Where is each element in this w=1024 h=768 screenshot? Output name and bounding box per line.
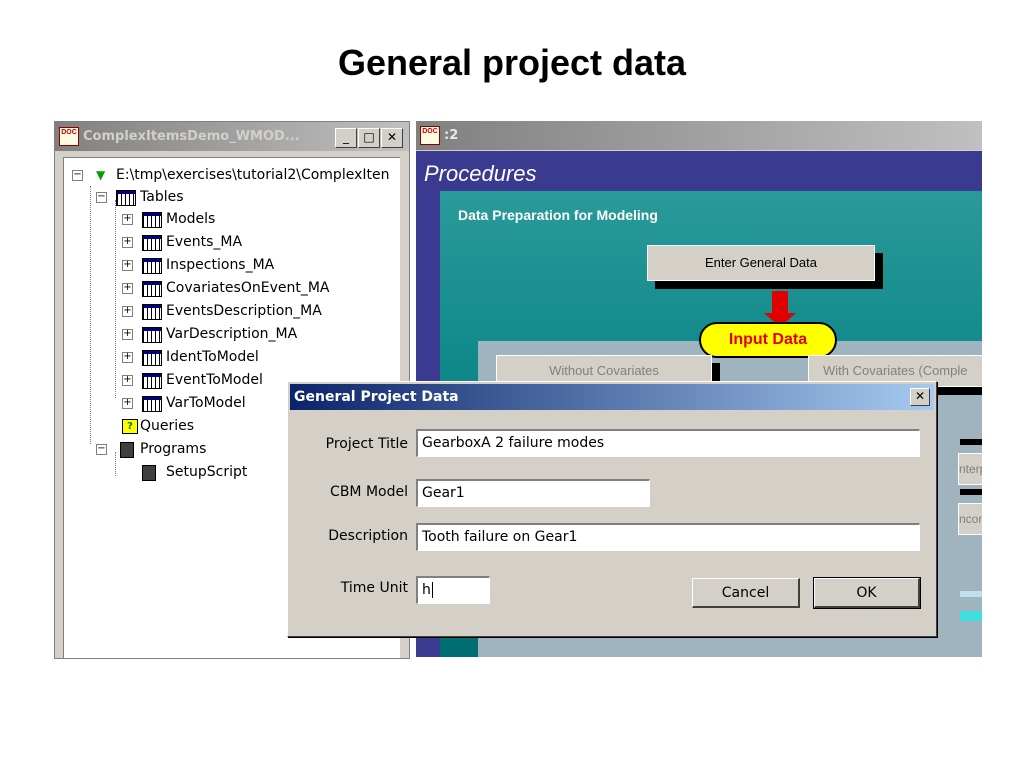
general-project-data-dialog: General Project Data ✕ Project Title Gea… — [287, 381, 937, 637]
cbm-model-label: CBM Model — [330, 484, 408, 500]
table-icon — [142, 327, 162, 343]
tree-item-label: VarDescription_MA — [166, 326, 298, 342]
expand-icon[interactable]: + — [122, 283, 133, 294]
collapse-icon[interactable]: − — [72, 170, 83, 181]
procedures-window-title: :2 — [444, 128, 459, 143]
input-data-badge: Input Data — [699, 322, 837, 358]
program-icon — [120, 442, 134, 458]
dialog-titlebar[interactable]: General Project Data ✕ — [290, 384, 934, 410]
doc-icon: DOC — [59, 127, 79, 146]
dialog-title: General Project Data — [294, 389, 459, 405]
table-icon — [142, 396, 162, 412]
tree-item-label: EventToModel — [166, 372, 263, 388]
page-title: General project data — [337, 42, 687, 83]
tree-item-label: Tables — [140, 189, 184, 205]
divider — [960, 489, 982, 495]
tree-item-label: VarToModel — [166, 395, 246, 411]
flow-arrow-icon — [772, 291, 788, 315]
expand-icon[interactable]: + — [122, 306, 133, 317]
tree-item-label: IdentToModel — [166, 349, 259, 365]
enter-general-data-button[interactable]: Enter General Data — [647, 245, 875, 281]
description-label: Description — [328, 528, 408, 544]
text-caret — [431, 582, 433, 598]
table-icon — [142, 235, 162, 251]
table-icon — [142, 350, 162, 366]
expand-icon[interactable]: + — [122, 375, 133, 386]
expand-icon[interactable]: + — [122, 398, 133, 409]
table-icon — [142, 373, 162, 389]
expand-icon[interactable]: + — [122, 260, 133, 271]
table-icon — [116, 190, 136, 206]
table-icon — [142, 304, 162, 320]
divider — [960, 439, 982, 445]
cbm-model-input[interactable]: Gear1 — [416, 479, 650, 507]
divider — [960, 611, 982, 621]
minimize-button[interactable]: _ — [335, 128, 357, 148]
expand-icon[interactable]: + — [122, 237, 133, 248]
table-icon — [142, 281, 162, 297]
tree-item-label: CovariatesOnEvent_MA — [166, 280, 330, 296]
description-input[interactable]: Tooth failure on Gear1 — [416, 523, 920, 551]
tree-item-label: SetupScript — [166, 464, 248, 480]
divider — [960, 591, 982, 597]
tree-item-label: EventsDescription_MA — [166, 303, 322, 319]
script-icon — [142, 465, 156, 481]
section-label: Data Preparation for Modeling — [458, 207, 658, 223]
expand-icon[interactable]: + — [122, 214, 133, 225]
interpolation-button[interactable]: nterpol — [958, 453, 982, 485]
tree-item-label: Events_MA — [166, 234, 243, 250]
collapse-icon[interactable]: − — [96, 192, 107, 203]
database-icon: ▼ — [96, 168, 106, 182]
incomplete-button[interactable]: ncomp — [958, 503, 982, 535]
table-icon — [142, 258, 162, 274]
table-icon — [142, 212, 162, 228]
tree-item-label: Inspections_MA — [166, 257, 275, 273]
tree-item-label: Programs — [140, 441, 207, 457]
time-unit-input[interactable]: h — [416, 576, 490, 604]
close-button[interactable]: ✕ — [381, 128, 403, 148]
project-title-label: Project Title — [325, 436, 408, 452]
procedures-window-titlebar[interactable]: DOC :2 — [416, 121, 982, 150]
tree-item-label: Queries — [140, 418, 195, 434]
maximize-button[interactable]: □ — [358, 128, 380, 148]
procedures-title: Procedures — [424, 161, 537, 186]
ok-button[interactable]: OK — [813, 577, 921, 609]
database-window-title: ComplexItemsDemo_WMOD... — [83, 129, 300, 144]
expand-icon[interactable]: + — [122, 352, 133, 363]
database-window-titlebar[interactable]: DOC ComplexItemsDemo_WMOD... _ □ ✕ — [55, 122, 409, 151]
dialog-close-button[interactable]: ✕ — [910, 388, 930, 406]
collapse-icon[interactable]: − — [96, 444, 107, 455]
cancel-button[interactable]: Cancel — [692, 578, 800, 608]
expand-icon[interactable]: + — [122, 329, 133, 340]
doc-icon: DOC — [420, 126, 440, 145]
time-unit-label: Time Unit — [340, 580, 408, 596]
tree-item-label: Models — [166, 211, 216, 227]
project-title-input[interactable]: GearboxA 2 failure modes — [416, 429, 920, 457]
query-icon: ? — [122, 419, 138, 434]
tree-root-label: E:\tmp\exercises\tutorial2\ComplexIten — [116, 167, 390, 183]
time-unit-value: h — [422, 582, 431, 598]
